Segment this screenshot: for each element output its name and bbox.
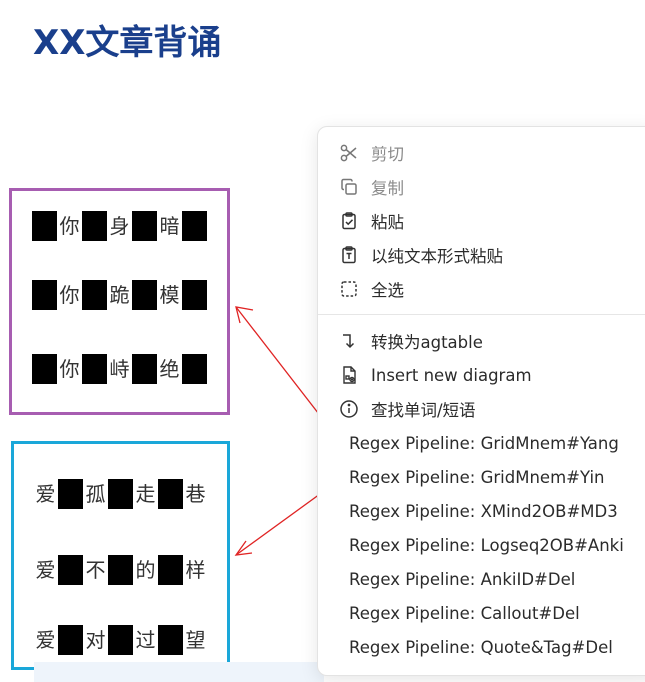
menu-item-regex-logseq2ob[interactable]: Regex Pipeline: Logseq2OB#Anki xyxy=(318,528,645,562)
menu-label: Regex Pipeline: XMind2OB#MD3 xyxy=(349,501,618,521)
cloze-mask[interactable] xyxy=(58,625,83,655)
info-icon xyxy=(338,398,360,420)
cloze-mask[interactable] xyxy=(108,479,133,509)
cloze-char: 暗 xyxy=(159,214,180,238)
menu-label: 以纯文本形式粘贴 xyxy=(371,247,503,266)
cloze-char: 巷 xyxy=(185,482,206,506)
cloze-mask[interactable] xyxy=(132,211,157,241)
cloze-char: 的 xyxy=(135,558,156,582)
menu-label: 剪切 xyxy=(371,145,404,164)
cloze-char: 爱 xyxy=(35,482,56,506)
menu-item-lookup[interactable]: 查找单词/短语 xyxy=(318,392,645,426)
menu-item-copy[interactable]: 复制 xyxy=(318,170,645,204)
cloze-char: 望 xyxy=(185,628,206,652)
cloze-block-blue[interactable]: 爱 孤 走 巷 爱 不 的 样 爱 对 过 望 xyxy=(11,441,230,670)
cloze-mask[interactable] xyxy=(58,555,83,585)
cloze-mask[interactable] xyxy=(158,625,183,655)
cloze-char: 孤 xyxy=(85,482,106,506)
cloze-char: 模 xyxy=(159,283,180,307)
cloze-line: 爱 不 的 样 xyxy=(14,555,227,585)
menu-label: Insert new diagram xyxy=(371,365,532,385)
clipboard-check-icon xyxy=(338,210,360,232)
scissors-icon xyxy=(338,142,360,164)
cloze-mask[interactable] xyxy=(182,354,207,384)
menu-label: Regex Pipeline: Callout#Del xyxy=(349,603,580,623)
corner-down-right-icon xyxy=(338,330,360,352)
cloze-char: 你 xyxy=(59,214,80,238)
menu-item-select-all[interactable]: 全选 xyxy=(318,272,645,306)
page-title: XX文章背诵 xyxy=(33,23,222,63)
cloze-mask[interactable] xyxy=(82,280,107,310)
menu-label: 全选 xyxy=(371,281,404,300)
cloze-mask[interactable] xyxy=(32,354,57,384)
cloze-char: 跪 xyxy=(109,283,130,307)
cloze-mask[interactable] xyxy=(82,211,107,241)
select-all-icon xyxy=(338,278,360,300)
menu-item-to-agtable[interactable]: 转换为agtable xyxy=(318,324,645,358)
cloze-char: 你 xyxy=(59,357,80,381)
cloze-char: 爱 xyxy=(35,628,56,652)
cloze-char: 过 xyxy=(135,628,156,652)
cloze-mask[interactable] xyxy=(32,280,57,310)
cloze-char: 样 xyxy=(185,558,206,582)
cloze-line: 你 身 暗 xyxy=(12,211,227,241)
menu-label: Regex Pipeline: GridMnem#Yin xyxy=(349,467,605,487)
cloze-char: 身 xyxy=(109,214,130,238)
cloze-line: 爱 对 过 望 xyxy=(14,625,227,655)
copy-icon xyxy=(338,176,360,198)
cloze-char: 爱 xyxy=(35,558,56,582)
menu-item-regex-gridmnem-yang[interactable]: Regex Pipeline: GridMnem#Yang xyxy=(318,426,645,460)
menu-item-cut[interactable]: 剪切 xyxy=(318,136,645,170)
cloze-line: 爱 孤 走 巷 xyxy=(14,479,227,509)
menu-label: Regex Pipeline: AnkiID#Del xyxy=(349,569,576,589)
menu-item-insert-diagram[interactable]: Insert new diagram xyxy=(318,358,645,392)
menu-label: 查找单词/短语 xyxy=(371,401,476,420)
menu-separator xyxy=(318,314,645,315)
cloze-mask[interactable] xyxy=(58,479,83,509)
cloze-mask[interactable] xyxy=(108,625,133,655)
cloze-mask[interactable] xyxy=(108,555,133,585)
cloze-char: 你 xyxy=(59,283,80,307)
cloze-mask[interactable] xyxy=(158,479,183,509)
cloze-mask[interactable] xyxy=(158,555,183,585)
menu-item-regex-ankiid-del[interactable]: Regex Pipeline: AnkiID#Del xyxy=(318,562,645,596)
menu-item-regex-quote-tag-del[interactable]: Regex Pipeline: Quote&Tag#Del xyxy=(318,630,645,664)
cloze-mask[interactable] xyxy=(32,211,57,241)
cloze-char: 绝 xyxy=(159,357,180,381)
clipboard-text-icon xyxy=(338,244,360,266)
menu-item-paste[interactable]: 粘贴 xyxy=(318,204,645,238)
cloze-line: 你 峙 绝 xyxy=(12,354,227,384)
menu-label: 粘贴 xyxy=(371,213,404,232)
menu-label: Regex Pipeline: Logseq2OB#Anki xyxy=(349,535,624,555)
menu-label: Regex Pipeline: GridMnem#Yang xyxy=(349,433,619,453)
cloze-line: 你 跪 模 xyxy=(12,280,227,310)
editor-selection-highlight xyxy=(34,662,324,682)
cloze-char: 走 xyxy=(135,482,156,506)
cloze-mask[interactable] xyxy=(132,280,157,310)
menu-item-regex-xmind2ob[interactable]: Regex Pipeline: XMind2OB#MD3 xyxy=(318,494,645,528)
cloze-mask[interactable] xyxy=(182,211,207,241)
cloze-block-purple[interactable]: 你 身 暗 你 跪 模 你 峙 绝 xyxy=(9,188,230,415)
menu-item-paste-plain[interactable]: 以纯文本形式粘贴 xyxy=(318,238,645,272)
cloze-mask[interactable] xyxy=(182,280,207,310)
menu-item-regex-callout-del[interactable]: Regex Pipeline: Callout#Del xyxy=(318,596,645,630)
cloze-char: 不 xyxy=(85,558,106,582)
menu-item-regex-gridmnem-yin[interactable]: Regex Pipeline: GridMnem#Yin xyxy=(318,460,645,494)
context-menu: 剪切 复制 粘贴 以纯文本形式粘贴 全选 转换为agtable Insert n… xyxy=(317,126,645,676)
cloze-mask[interactable] xyxy=(132,354,157,384)
menu-label: 转换为agtable xyxy=(371,333,483,352)
file-diagram-icon xyxy=(338,364,360,386)
cloze-mask[interactable] xyxy=(82,354,107,384)
cloze-char: 对 xyxy=(85,628,106,652)
cloze-char: 峙 xyxy=(109,357,130,381)
menu-label: 复制 xyxy=(371,179,404,198)
menu-label: Regex Pipeline: Quote&Tag#Del xyxy=(349,637,613,657)
